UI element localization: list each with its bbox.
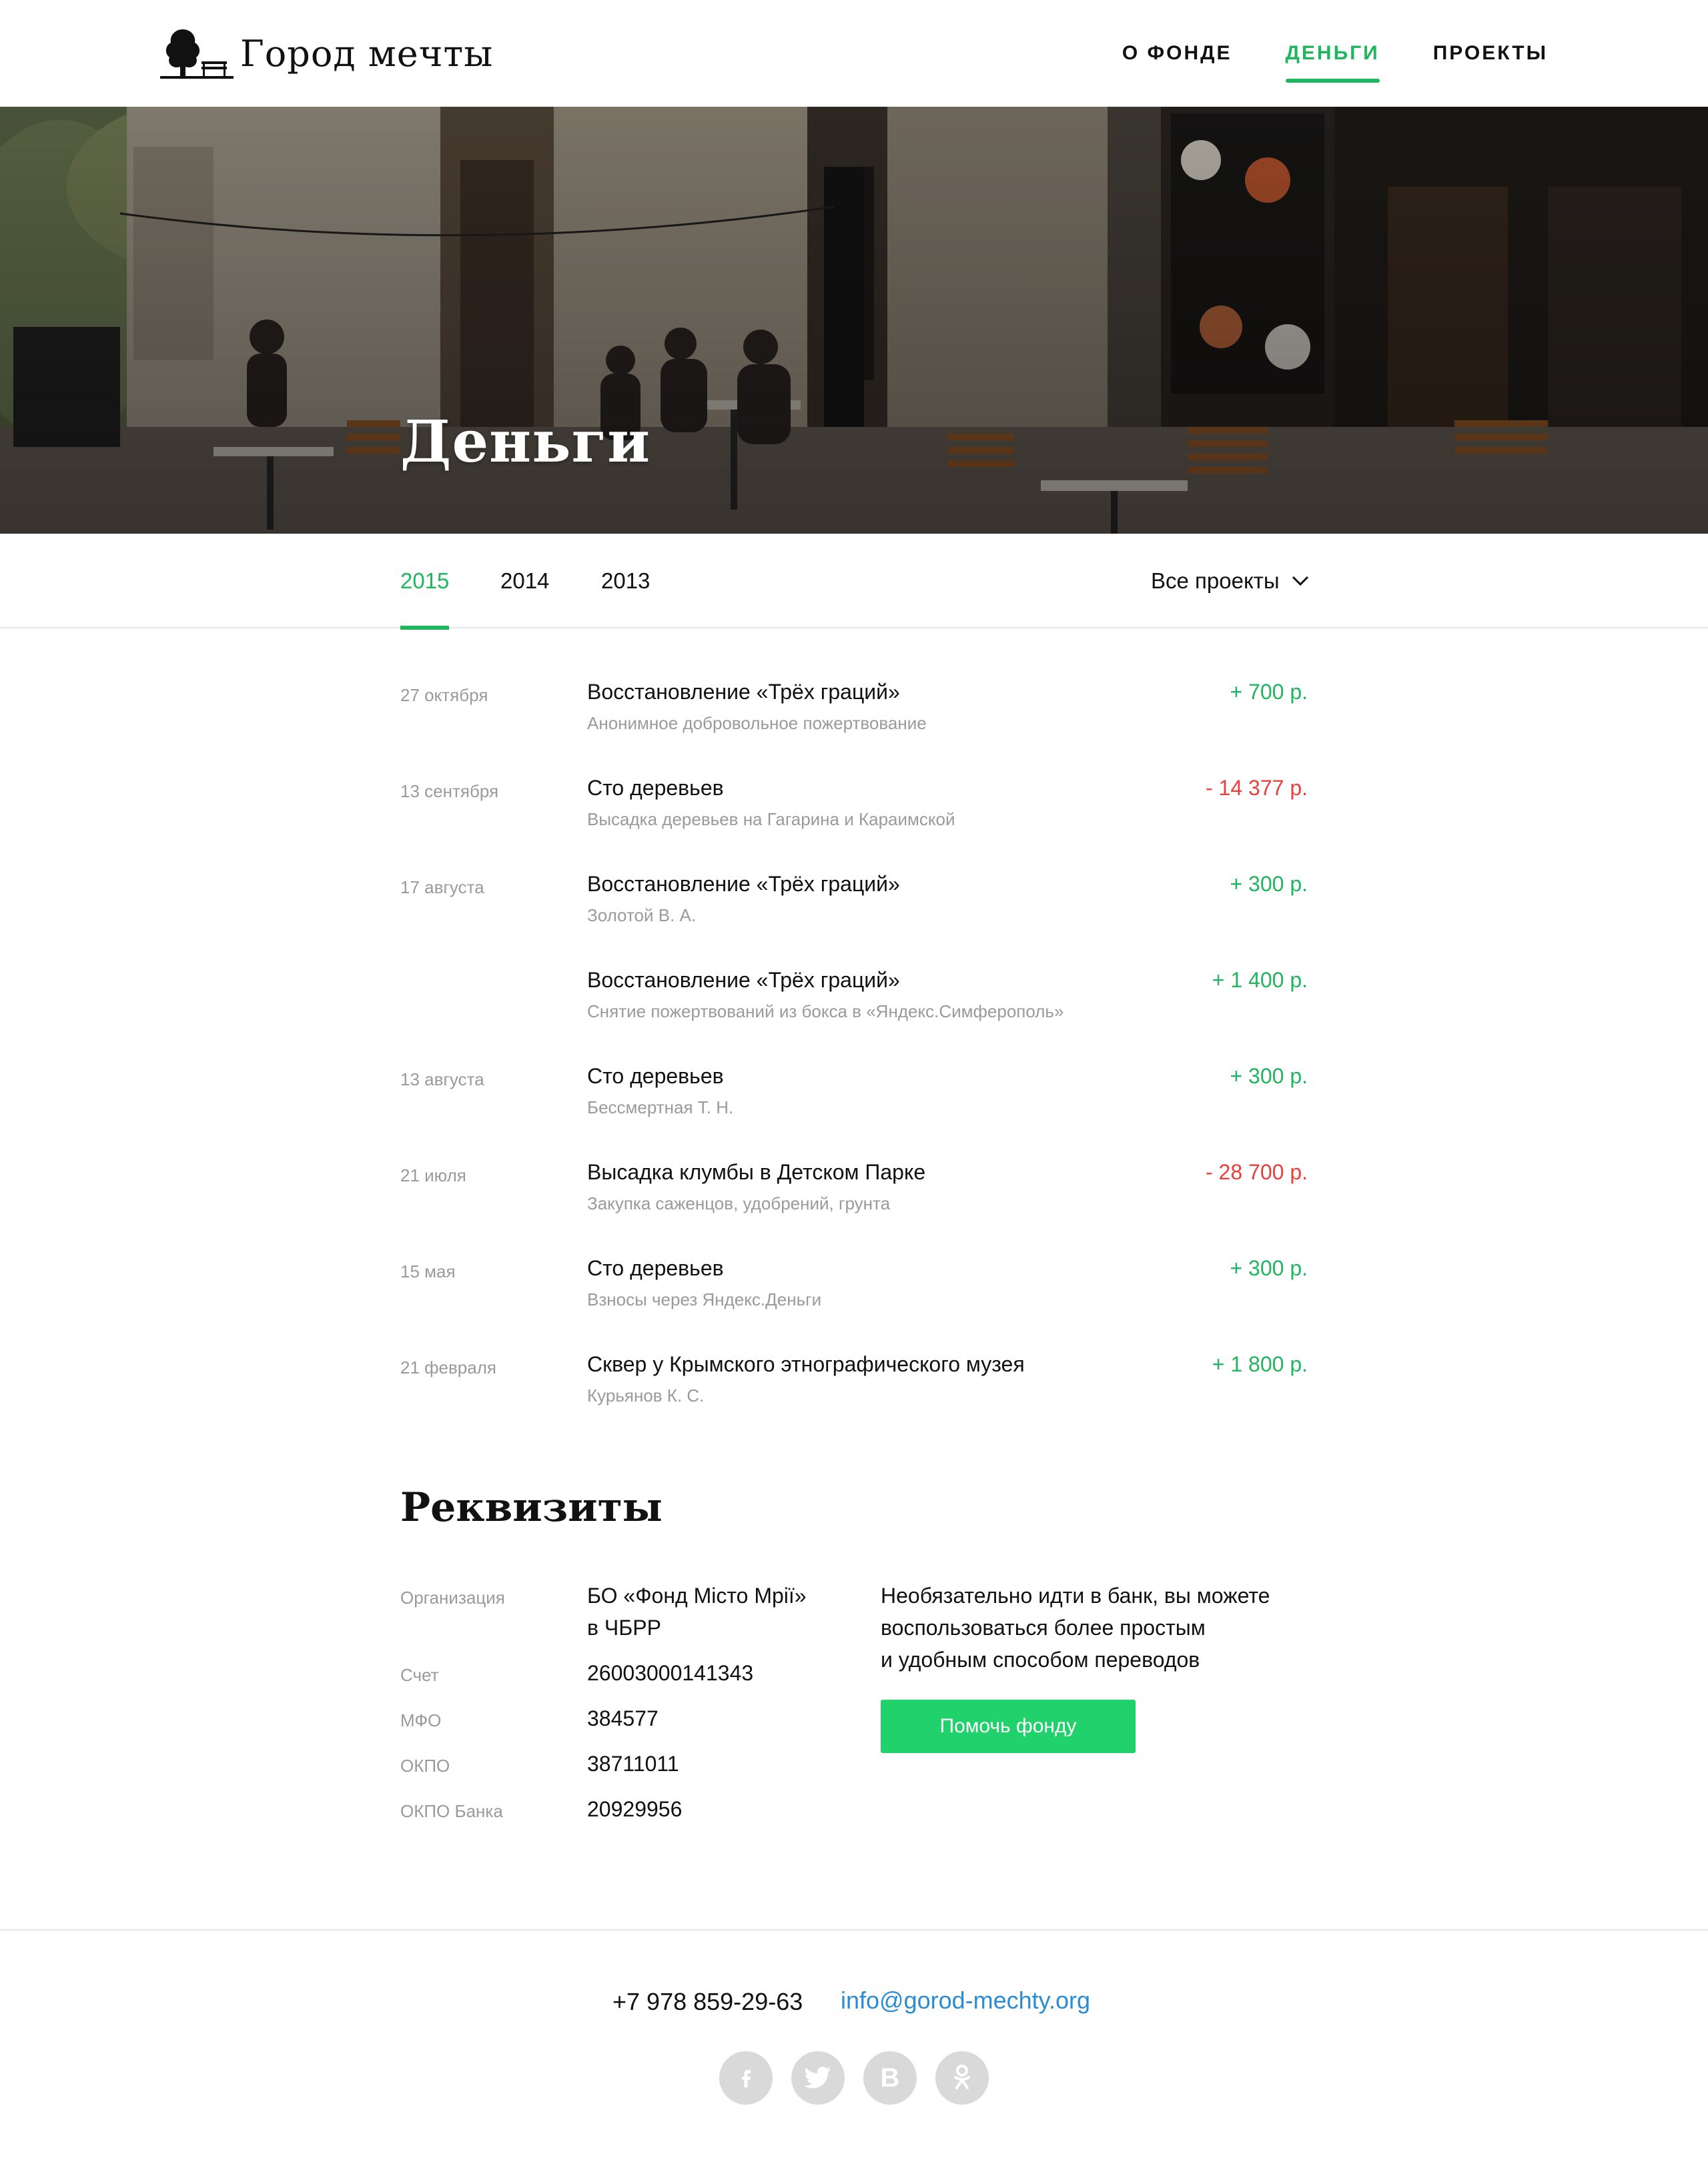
transaction-date: 13 августа	[400, 1069, 484, 1089]
transaction-project[interactable]: Сто деревьев	[587, 1256, 724, 1281]
transaction-date: 17 августа	[400, 877, 484, 897]
transaction-row: 27 октября Восстановление «Трёх граций» …	[400, 670, 1308, 766]
requisite-value: 20929956	[587, 1797, 683, 1821]
transaction-date: 27 октября	[400, 685, 488, 705]
logo-text: Город мечты	[240, 33, 494, 75]
transaction-project[interactable]: Восстановление «Трёх граций»	[587, 968, 900, 993]
transaction-description: Золотой В. А.	[587, 905, 697, 925]
project-filter-label: Все проекты	[1151, 568, 1280, 593]
requisite-value: 26003000141343	[587, 1661, 754, 1685]
tab-year-2014[interactable]: 2014	[500, 534, 549, 628]
transaction-row: 21 февраля Сквер у Крымского этнографиче…	[400, 1343, 1308, 1439]
transaction-project[interactable]: Восстановление «Трёх граций»	[587, 872, 900, 897]
transaction-amount: - 28 700 р.	[1206, 1160, 1308, 1184]
transaction-row: 13 августа Сто деревьев Бессмертная Т. Н…	[400, 1055, 1308, 1151]
donation-note-line: воспользоваться более простым	[881, 1616, 1206, 1640]
transaction-description: Курьянов К. С.	[587, 1386, 705, 1406]
transaction-amount: + 300 р.	[1230, 1256, 1308, 1280]
facebook-icon[interactable]	[719, 2051, 773, 2105]
twitter-icon[interactable]	[791, 2051, 845, 2105]
odnoklassniki-icon[interactable]	[935, 2051, 989, 2105]
vk-glyph: B	[880, 2063, 900, 2093]
donation-note: Необязательно идти в банк, вы можете вос…	[881, 1580, 1308, 1676]
transaction-date: 21 февраля	[400, 1357, 496, 1378]
requisite-label: ОКПО Банка	[400, 1801, 503, 1821]
vk-icon[interactable]: B	[863, 2051, 917, 2105]
hero-photo	[0, 107, 1708, 534]
transaction-date: 13 сентября	[400, 781, 499, 801]
footer-email-link[interactable]: info@gorod-mechty.org	[841, 1987, 1090, 2015]
transaction-project[interactable]: Сто деревьев	[587, 1064, 724, 1089]
transaction-amount: + 1 400 р.	[1212, 968, 1308, 992]
nav-item-about[interactable]: О ФОНДЕ	[1122, 0, 1232, 107]
nav-item-money[interactable]: ДЕНЬГИ	[1285, 0, 1380, 107]
footer-divider	[0, 1929, 1708, 1931]
transaction-description: Снятие пожертвований из бокса в «Яндекс.…	[587, 1001, 1064, 1021]
transaction-description: Бессмертная Т. Н.	[587, 1097, 734, 1117]
transaction-description: Высадка деревьев на Гагарина и Караимско…	[587, 809, 955, 829]
transaction-description: Взносы через Яндекс.Деньги	[587, 1289, 822, 1309]
transaction-project[interactable]: Восстановление «Трёх граций»	[587, 680, 900, 704]
transactions-list: 27 октября Восстановление «Трёх граций» …	[400, 670, 1308, 1439]
transaction-row: Восстановление «Трёх граций» Снятие поже…	[400, 959, 1308, 1055]
transaction-project[interactable]: Высадка клумбы в Детском Парке	[587, 1160, 925, 1185]
site-logo[interactable]: Город мечты	[160, 24, 493, 84]
help-fund-button[interactable]: Помочь фонду	[881, 1700, 1136, 1753]
requisite-label: Организация	[400, 1588, 505, 1608]
transaction-amount: - 14 377 р.	[1206, 776, 1308, 800]
requisite-label: Счет	[400, 1665, 439, 1685]
tree-bench-logo-icon	[160, 29, 234, 79]
social-links: B	[719, 2051, 1007, 2105]
tab-year-2013[interactable]: 2013	[601, 534, 650, 628]
requisite-value: 384577	[587, 1706, 659, 1730]
transaction-amount: + 1 800 р.	[1212, 1352, 1308, 1376]
page-title: Деньги	[400, 408, 651, 476]
transaction-description: Закупка саженцов, удобрений, грунта	[587, 1193, 891, 1213]
transaction-row: 21 июля Высадка клумбы в Детском Парке З…	[400, 1151, 1308, 1247]
tab-year-2015[interactable]: 2015	[400, 534, 450, 630]
requisite-label: ОКПО	[400, 1756, 450, 1776]
requisite-label: МФО	[400, 1710, 442, 1730]
transaction-amount: + 300 р.	[1230, 1064, 1308, 1088]
requisite-value: 38711011	[587, 1752, 679, 1776]
project-filter-dropdown[interactable]: Все проекты	[1151, 534, 1309, 628]
transaction-date: 15 мая	[400, 1261, 456, 1281]
hero-banner: Деньги	[0, 107, 1708, 534]
donation-note-line: и удобным способом переводов	[881, 1648, 1200, 1672]
transaction-project[interactable]: Сто деревьев	[587, 776, 724, 800]
year-tabs-bar: 2015 2014 2013 Все проекты	[0, 534, 1708, 630]
site-header: Город мечты О ФОНДЕ ДЕНЬГИ ПРОЕКТЫ	[0, 0, 1708, 107]
nav-item-projects[interactable]: ПРОЕКТЫ	[1433, 0, 1548, 107]
main-nav: О ФОНДЕ ДЕНЬГИ ПРОЕКТЫ	[1069, 0, 1548, 107]
donation-note-line: Необязательно идти в банк, вы можете	[881, 1584, 1270, 1608]
requisite-value: БО «Фонд Місто Мрії»	[587, 1584, 807, 1608]
transaction-row: 15 мая Сто деревьев Взносы через Яндекс.…	[400, 1247, 1308, 1343]
requisites-heading: Реквизиты	[400, 1484, 663, 1531]
transaction-project[interactable]: Сквер у Крымского этнографического музея	[587, 1352, 1025, 1377]
transaction-description: Анонимное добровольное пожертвование	[587, 713, 927, 733]
transaction-amount: + 300 р.	[1230, 872, 1308, 896]
chevron-down-icon	[1292, 576, 1308, 586]
requisite-value: в ЧБРР	[587, 1616, 661, 1640]
transaction-row: 13 сентября Сто деревьев Высадка деревье…	[400, 766, 1308, 863]
transaction-row: 17 августа Восстановление «Трёх граций» …	[400, 863, 1308, 959]
transaction-date: 21 июля	[400, 1165, 466, 1185]
footer-phone[interactable]: +7 978 859-29-63	[612, 1988, 803, 2016]
transaction-amount: + 700 р.	[1230, 680, 1308, 704]
